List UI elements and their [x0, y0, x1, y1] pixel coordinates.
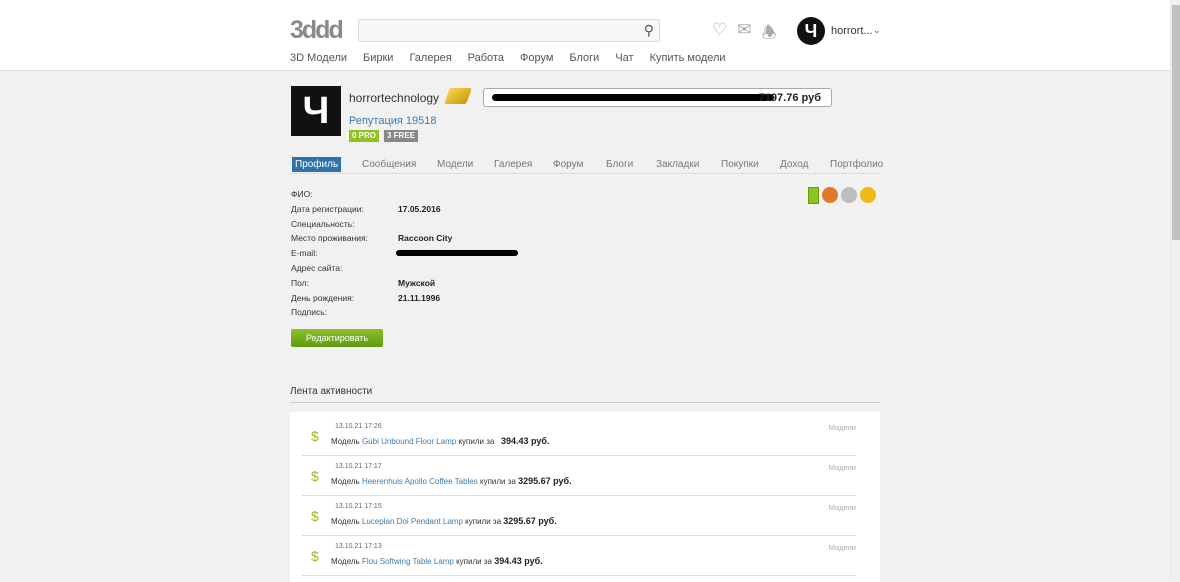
profile-avatar: Ч — [291, 86, 341, 136]
dollar-icon: $ — [311, 548, 319, 564]
field-value: 17.05.2016 — [398, 203, 441, 214]
reputation-link[interactable]: Репутация 19518 — [349, 115, 437, 127]
nav-buy-models[interactable]: Купить модели — [650, 52, 726, 64]
item-price: 3295.67 руб. — [503, 516, 557, 526]
item-mid: купили за — [456, 557, 492, 566]
field-label: Подпись: — [291, 307, 328, 318]
nav-3d-models[interactable]: 3D Модели — [290, 52, 347, 64]
tab-income[interactable]: Доход — [780, 159, 808, 170]
nav-tags[interactable]: Бирки — [363, 52, 393, 64]
email-redaction — [396, 250, 518, 257]
field-label: ФИО: — [291, 189, 313, 199]
search-input[interactable]: ⚲ — [358, 19, 660, 42]
item-price: 394.43 руб. — [501, 436, 550, 446]
balance-field: 7197.76 руб — [483, 88, 832, 107]
field-label: Специальность: — [291, 218, 355, 229]
pro-badge: 0 PRO — [349, 130, 380, 142]
edit-button[interactable]: Редактировать — [291, 329, 383, 347]
user-menu[interactable]: horrort... — [831, 25, 873, 37]
heart-icon[interactable]: ♡ — [712, 20, 727, 49]
list-item: $ 13.10.21 17:17 Модель Heerenhuis Apoll… — [302, 456, 856, 496]
item-time: 13.10.21 17:26 — [335, 423, 382, 430]
redaction-bar — [492, 94, 774, 101]
nav-forum[interactable]: Форум — [520, 52, 553, 64]
tab-messages[interactable]: Сообщения — [362, 159, 416, 170]
field-label: День рождения: — [291, 292, 355, 303]
profile-tabs: Профиль Сообщения Модели Галерея Форум Б… — [290, 157, 883, 174]
tab-models[interactable]: Модели — [437, 159, 473, 170]
nav-work[interactable]: Работа — [468, 52, 504, 64]
field-label: E-mail: — [291, 248, 318, 259]
item-mid: купили за — [458, 437, 495, 446]
list-item: $ 13.10.21 17:15 Модель Luceplan Doi Pen… — [302, 496, 856, 536]
free-badge: 3 FREE — [384, 130, 419, 142]
item-prefix: Модель — [331, 437, 360, 446]
nav-chat[interactable]: Чат — [615, 52, 633, 64]
item-prefix: Модель — [331, 557, 360, 566]
item-time: 13.10.21 17:17 — [335, 463, 382, 470]
silver-medal-icon — [841, 187, 857, 203]
item-price: 394.43 руб. — [494, 556, 543, 566]
item-prefix: Модель — [331, 477, 360, 486]
item-time: 13.10.21 17:13 — [335, 543, 382, 550]
user-avatar[interactable]: Ч — [797, 17, 825, 45]
tab-bookmarks[interactable]: Закладки — [656, 159, 699, 170]
search-icon[interactable]: ⚲ — [644, 22, 654, 39]
scrollbar-thumb[interactable] — [1172, 5, 1180, 240]
profile-name: horrortechnology — [349, 91, 440, 105]
bronze-medal-icon — [822, 187, 838, 203]
activity-feed: $ 13.10.21 17:26 Модель Gubi Unbound Flo… — [290, 412, 880, 582]
balance-amount: 7197.76 руб — [758, 92, 821, 104]
level-medal-icon — [808, 187, 819, 204]
mail-icon[interactable]: ✉ — [737, 20, 751, 49]
field-value: Raccoon City — [398, 233, 453, 244]
model-link[interactable]: Luceplan Doi Pendant Lamp — [362, 517, 463, 526]
tab-blogs[interactable]: Блоги — [606, 159, 633, 170]
item-category[interactable]: Модели — [829, 543, 856, 552]
item-category[interactable]: Модели — [829, 463, 856, 472]
list-item: $ 13.10.21 17:13 Модель Flou Softwing Ta… — [302, 536, 856, 576]
model-link[interactable]: Flou Softwing Table Lamp — [362, 557, 454, 566]
scrollbar[interactable] — [1170, 0, 1180, 580]
item-prefix: Модель — [331, 517, 360, 526]
dollar-icon: $ — [311, 428, 319, 444]
activity-feed-title: Лента активности — [290, 386, 880, 403]
nav-gallery[interactable]: Галерея — [409, 52, 451, 64]
tab-portfolio[interactable]: Портфолио — [830, 159, 883, 170]
chevron-down-icon[interactable]: ⌄ — [873, 25, 881, 36]
field-label: Место проживания: — [291, 233, 368, 244]
tab-gallery[interactable]: Галерея — [494, 159, 532, 170]
site-logo[interactable]: 3ddd — [290, 16, 344, 45]
item-category[interactable]: Модели — [829, 423, 856, 432]
nav-blogs[interactable]: Блоги — [569, 52, 599, 64]
item-time: 13.10.21 17:15 — [335, 503, 382, 510]
item-category[interactable]: Модели — [829, 503, 856, 512]
dollar-icon: $ — [311, 508, 319, 524]
item-mid: купили за — [479, 477, 516, 486]
field-value: Мужской — [398, 277, 436, 288]
medals — [808, 187, 876, 204]
field-label: Пол: — [291, 277, 309, 288]
field-label: Адрес сайта: — [291, 262, 343, 273]
field-label: Дата регистрации: — [291, 203, 364, 214]
gold-medal-icon — [860, 187, 876, 203]
model-link[interactable]: Gubi Unbound Floor Lamp — [362, 437, 456, 446]
item-mid: купили за — [465, 517, 502, 526]
tab-forum[interactable]: Форум — [553, 159, 583, 170]
bell-icon[interactable]: 🕭 — [762, 20, 777, 49]
item-price: 3295.67 руб. — [518, 476, 572, 486]
main-nav: 3D Модели Бирки Галерея Работа Форум Бло… — [290, 52, 726, 64]
tab-purchases[interactable]: Покупки — [721, 159, 759, 170]
dollar-icon: $ — [311, 468, 319, 484]
model-link[interactable]: Heerenhuis Apollo Coffee Tables — [362, 477, 478, 486]
tab-profile[interactable]: Профиль — [292, 157, 342, 172]
field-value: 21.11.1996 — [398, 292, 441, 303]
gold-bars-icon — [444, 88, 472, 104]
list-item: $ 13.10.21 17:26 Модель Gubi Unbound Flo… — [302, 416, 856, 456]
top-header: 3ddd ⚲ ♡ ✉ 🕭 Ч horrort... ⌄ 3D Модели Би… — [0, 0, 1170, 71]
